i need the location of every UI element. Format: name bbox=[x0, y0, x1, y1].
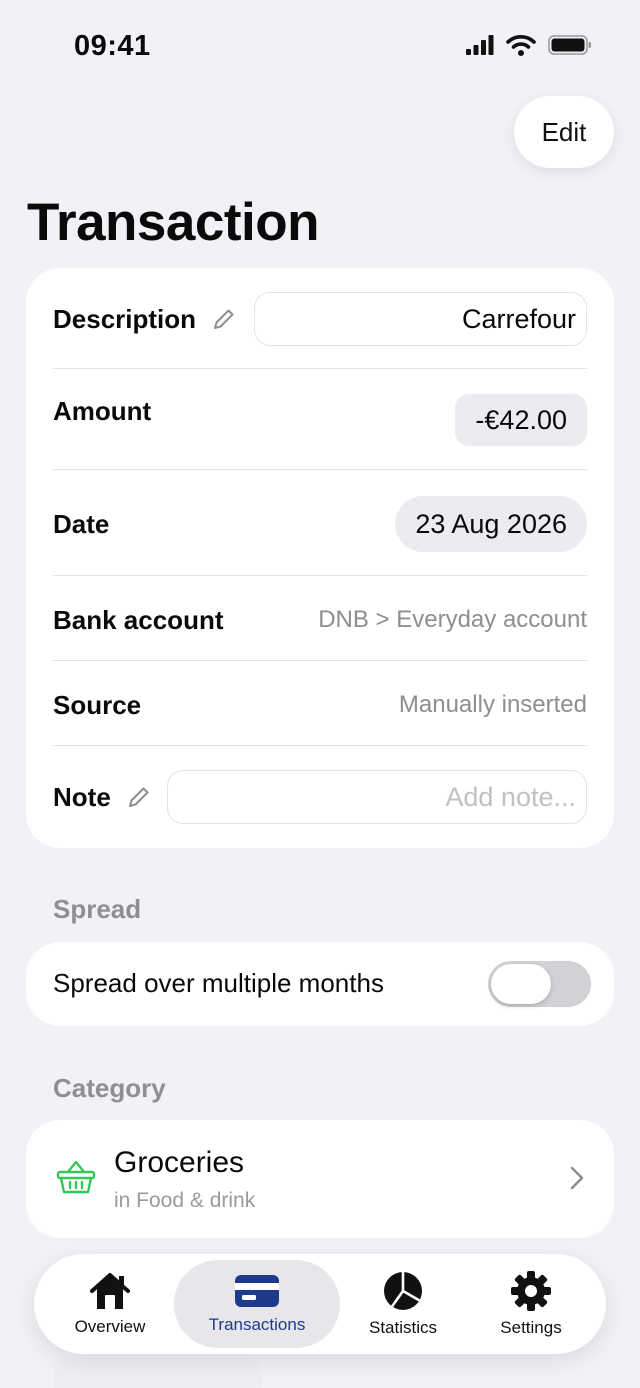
status-time: 09:41 bbox=[74, 30, 151, 62]
status-icons bbox=[466, 34, 592, 56]
pie-chart-icon bbox=[384, 1272, 422, 1310]
date-picker[interactable]: 23 Aug 2026 bbox=[395, 496, 587, 552]
gear-icon bbox=[511, 1271, 551, 1311]
category-section-title: Category bbox=[53, 1073, 166, 1103]
divider bbox=[53, 660, 587, 661]
edit-button[interactable]: Edit bbox=[514, 96, 614, 168]
spread-section-title: Spread bbox=[53, 894, 142, 924]
source-label: Source bbox=[53, 689, 142, 720]
tab-settings[interactable]: Settings bbox=[468, 1254, 594, 1354]
source-value: Manually inserted bbox=[398, 691, 587, 718]
category-parent: in Food & drink bbox=[114, 1189, 256, 1212]
description-row: Description Carrefour bbox=[53, 292, 587, 346]
tab-statistics[interactable]: Statistics bbox=[342, 1254, 464, 1354]
note-placeholder: Add note... bbox=[445, 781, 576, 812]
category-row[interactable]: Groceries in Food & drink bbox=[26, 1120, 614, 1238]
tag-chip bbox=[53, 1358, 261, 1388]
category-name: Groceries bbox=[114, 1146, 245, 1179]
date-label: Date bbox=[53, 508, 110, 539]
transaction-details-card: Description Carrefour Amount -€42.00 Dat… bbox=[26, 268, 614, 848]
tab-settings-label: Settings bbox=[500, 1318, 562, 1337]
divider bbox=[53, 575, 587, 576]
tab-transactions[interactable]: Transactions bbox=[174, 1260, 340, 1348]
description-input[interactable]: Carrefour bbox=[254, 292, 587, 346]
description-label-group: Description bbox=[53, 304, 236, 335]
tab-transactions-label: Transactions bbox=[208, 1315, 306, 1334]
date-row: Date 23 Aug 2026 bbox=[53, 496, 587, 552]
amount-value[interactable]: -€42.00 bbox=[455, 394, 587, 446]
bank-account-row: Bank account DNB > Everyday account bbox=[53, 597, 587, 643]
tab-overview-label: Overview bbox=[74, 1317, 146, 1336]
divider bbox=[53, 469, 587, 470]
cellular-signal-icon bbox=[466, 35, 494, 55]
tab-bar: Overview Transactions Statistics Setting… bbox=[34, 1254, 606, 1354]
wifi-icon bbox=[506, 35, 536, 56]
card-icon bbox=[235, 1275, 279, 1307]
battery-icon bbox=[548, 35, 591, 55]
amount-label: Amount bbox=[53, 396, 152, 426]
page-title: Transaction bbox=[27, 193, 319, 252]
source-row: Source Manually inserted bbox=[53, 682, 587, 728]
house-icon bbox=[90, 1273, 130, 1309]
divider bbox=[53, 368, 587, 369]
toggle-knob bbox=[491, 964, 551, 1004]
note-row: Note Add note... bbox=[53, 770, 587, 824]
amount-row: Amount -€42.00 bbox=[53, 394, 587, 446]
chevron-right-icon bbox=[570, 1166, 584, 1195]
bank-account-value: DNB > Everyday account bbox=[318, 606, 587, 633]
pencil-icon[interactable] bbox=[212, 307, 236, 331]
tab-overview[interactable]: Overview bbox=[48, 1254, 172, 1354]
pencil-icon[interactable] bbox=[127, 785, 151, 809]
status-bar: 09:41 bbox=[0, 0, 640, 94]
note-input[interactable]: Add note... bbox=[167, 770, 587, 824]
divider bbox=[53, 745, 587, 746]
spread-card: Spread over multiple months bbox=[26, 942, 614, 1026]
description-label: Description bbox=[53, 303, 197, 334]
note-label-group: Note bbox=[53, 782, 151, 813]
note-label: Note bbox=[53, 781, 111, 812]
basket-icon bbox=[56, 1158, 96, 1201]
bank-account-label: Bank account bbox=[53, 604, 224, 635]
tab-statistics-label: Statistics bbox=[368, 1318, 438, 1337]
spread-toggle[interactable] bbox=[488, 961, 591, 1007]
spread-label: Spread over multiple months bbox=[53, 968, 384, 998]
